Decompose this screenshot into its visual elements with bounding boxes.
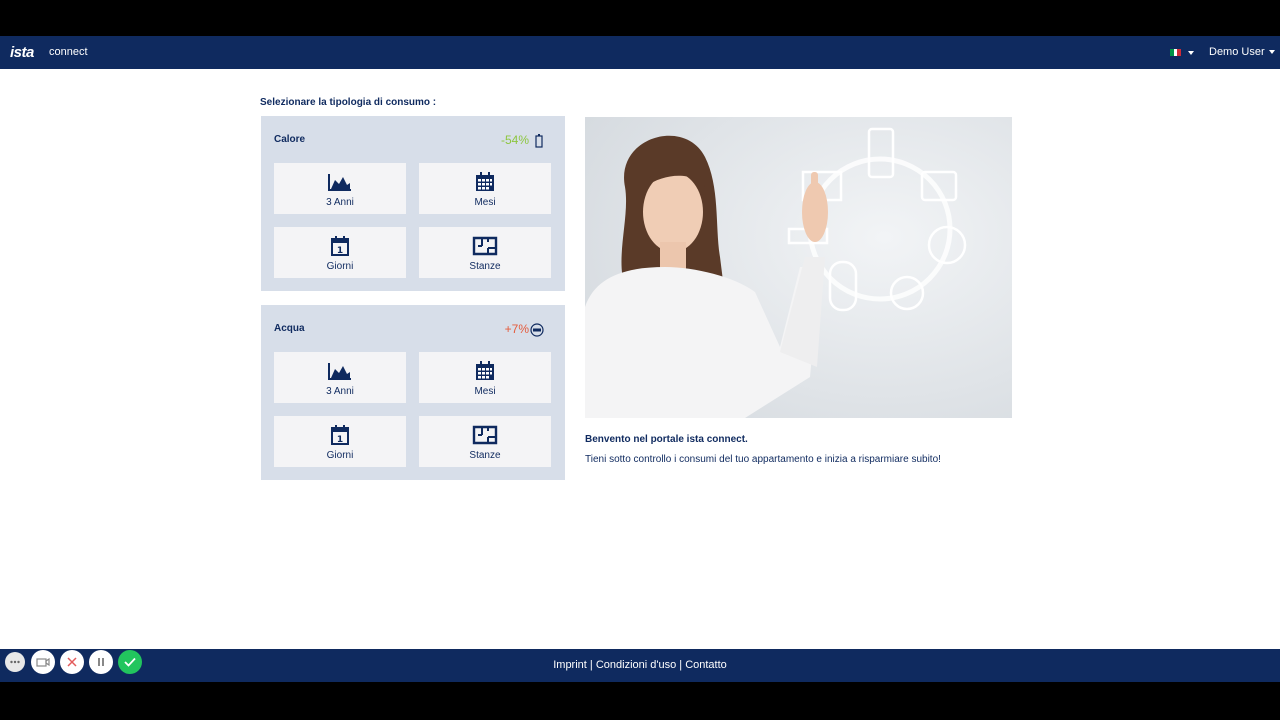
tile-label: 3 Anni: [326, 386, 354, 397]
calendar-day-icon: 1: [331, 425, 349, 445]
tile-label: 3 Anni: [326, 197, 354, 208]
tile-stanze[interactable]: Stanze: [419, 416, 551, 467]
tile-mesi[interactable]: Mesi: [419, 163, 551, 214]
tile-giorni[interactable]: 1 Giorni: [274, 227, 406, 278]
calendar-grid-icon: [476, 361, 494, 380]
tile-label: Stanze: [469, 450, 501, 461]
hero-image: [585, 117, 1012, 418]
tile-stanze[interactable]: Stanze: [419, 227, 551, 278]
tile-label: Giorni: [326, 261, 354, 272]
svg-text:1: 1: [337, 435, 343, 445]
top-navbar: ista connect Demo User: [0, 36, 1280, 69]
ista-logo[interactable]: ista: [10, 44, 34, 61]
check-icon[interactable]: [118, 650, 142, 674]
user-menu[interactable]: Demo User: [1209, 46, 1275, 58]
footer-link-imprint[interactable]: Imprint: [553, 659, 587, 671]
tile-label: Stanze: [469, 261, 501, 272]
tile-giorni[interactable]: 1 Giorni: [274, 416, 406, 467]
calendar-grid-icon: [476, 172, 494, 191]
change-percentage: +7%: [504, 322, 529, 336]
footer-separator: |: [586, 659, 596, 671]
app-name[interactable]: connect: [49, 46, 88, 58]
floor-plan-icon: [472, 425, 498, 445]
area-chart-icon: [328, 363, 351, 380]
panel-title: Acqua: [274, 323, 305, 334]
consumption-panel-water: Acqua +7% 3 Anni Mesi 1 Giorni Stanze: [261, 305, 565, 480]
welcome-text: Tieni sotto controllo i consumi del tuo …: [585, 454, 941, 465]
language-flag-icon[interactable]: [1170, 49, 1182, 56]
chevron-down-icon: [1268, 50, 1275, 55]
consumption-panel-heat: Calore -54% 3 Anni Mesi 1 Giorni Stanze: [261, 116, 565, 291]
section-title: Selezionare la tipologia di consumo :: [260, 97, 437, 108]
welcome-title: Benvento nel portale ista connect.: [585, 434, 748, 445]
change-percentage: -54%: [500, 133, 529, 147]
panel-title: Calore: [274, 134, 306, 145]
floor-plan-icon: [472, 236, 498, 256]
footer-separator: |: [676, 659, 686, 671]
water-meter-icon: [530, 323, 544, 337]
close-icon[interactable]: [60, 650, 84, 674]
pause-icon[interactable]: [89, 650, 113, 674]
footer-link-contact[interactable]: Contatto: [685, 659, 727, 671]
area-chart-icon: [328, 174, 351, 191]
app-window: ista connect Demo User Selezionare la ti…: [0, 36, 1280, 682]
tile-mesi[interactable]: Mesi: [419, 352, 551, 403]
footer-link-terms[interactable]: Condizioni d'uso: [596, 659, 676, 671]
footer: Imprint | Condizioni d'uso | Contatto: [0, 649, 1280, 682]
camera-icon[interactable]: [31, 650, 55, 674]
footer-links: Imprint | Condizioni d'uso | Contatto: [0, 659, 1280, 671]
tile-3-anni[interactable]: 3 Anni: [274, 352, 406, 403]
user-menu-label: Demo User: [1209, 46, 1265, 58]
tile-label: Mesi: [474, 386, 496, 397]
woman-touching-meter-icons: [585, 117, 1012, 418]
more-icon[interactable]: [5, 652, 25, 672]
tile-label: Giorni: [326, 450, 354, 461]
calendar-day-icon: 1: [331, 236, 349, 256]
tile-3-anni[interactable]: 3 Anni: [274, 163, 406, 214]
tile-label: Mesi: [474, 197, 496, 208]
chevron-down-icon[interactable]: [1188, 51, 1194, 55]
svg-text:1: 1: [337, 246, 343, 256]
radiator-icon: [535, 134, 543, 148]
